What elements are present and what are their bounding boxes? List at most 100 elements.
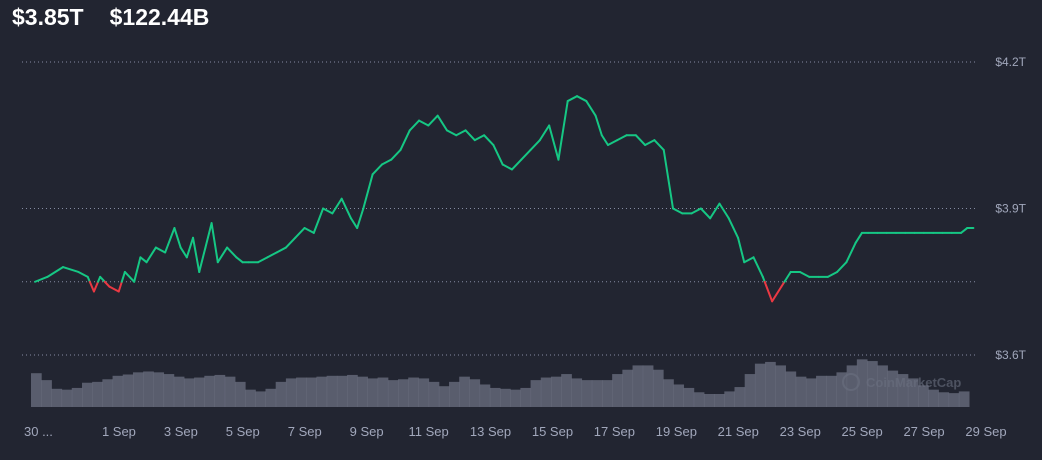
price-line-segment: [690, 207, 702, 215]
price-line-segment: [123, 270, 136, 283]
x-tick-label: 23 Sep: [780, 424, 821, 439]
volume-bar: [173, 376, 185, 407]
volume-bar: [489, 387, 501, 407]
volume-bar: [408, 377, 419, 407]
volume-bar: [387, 380, 399, 407]
price-line-segment: [960, 227, 969, 234]
volume-bar: [122, 374, 134, 407]
price-line-segment: [257, 256, 269, 264]
volume-layer: [31, 359, 970, 407]
volume-bar: [826, 375, 837, 407]
volume-bar: [51, 388, 63, 407]
price-line-segment: [198, 246, 207, 273]
volume-bar: [306, 377, 317, 407]
price-line-segment: [594, 114, 603, 137]
price-line-segment: [139, 256, 148, 264]
x-tick-label: 9 Sep: [350, 424, 384, 439]
price-line-segment: [492, 144, 504, 166]
volume-bar: [438, 386, 450, 407]
x-tick-label: 7 Sep: [288, 424, 322, 439]
x-tick-label: 5 Sep: [226, 424, 260, 439]
price-line-segment: [108, 285, 120, 293]
price-line-segment: [226, 246, 238, 259]
price-line-segment: [854, 231, 863, 244]
price-line-segment: [179, 246, 188, 259]
price-line-segment: [783, 270, 792, 283]
price-line-segment: [653, 139, 665, 151]
price-line-layer: [34, 95, 975, 303]
x-tick-label: 25 Sep: [842, 424, 883, 439]
price-line-segment: [117, 280, 123, 293]
x-tick-label: 15 Sep: [532, 424, 573, 439]
volume-bar: [61, 389, 73, 407]
price-line-segment: [737, 236, 746, 264]
x-tick-label: 1 Sep: [102, 424, 136, 439]
price-line-segment: [164, 227, 176, 254]
price-line-segment: [445, 129, 458, 137]
price-line-segment: [34, 275, 49, 283]
price-line-segment: [408, 119, 421, 132]
volume-bar: [510, 389, 521, 407]
volume-bar: [377, 377, 389, 407]
price-line-segment: [46, 266, 64, 278]
volume-bar: [693, 392, 705, 407]
volume-bar: [204, 375, 216, 407]
volume-bar: [285, 378, 297, 407]
x-tick-label: 27 Sep: [903, 424, 944, 439]
x-tick-label: 19 Sep: [656, 424, 697, 439]
volume-bar: [449, 381, 460, 407]
price-line-segment: [103, 280, 111, 288]
price-line-segment: [798, 270, 811, 278]
price-line-segment: [548, 124, 560, 161]
volume-bar: [418, 378, 430, 407]
volume-bar: [561, 374, 572, 407]
market-cap-chart[interactable]: $3.6T $3.9T $4.2T 30 ... 1 Sep 3 Sep 5 Sep 7 S…: [0, 0, 1042, 460]
price-line-segment: [390, 148, 402, 161]
volume-bar: [754, 363, 766, 407]
price-line-segment: [752, 256, 764, 278]
price-line-segment: [88, 280, 95, 293]
price-line-segment: [399, 129, 411, 151]
price-line-segment: [727, 217, 740, 239]
volume-bar: [948, 393, 960, 407]
price-line-segment: [557, 100, 569, 161]
price-line-segment: [185, 236, 195, 259]
volume-bar: [336, 375, 348, 407]
volume-bar: [316, 376, 328, 407]
volume-bar: [275, 381, 287, 407]
price-line-segment: [210, 222, 219, 264]
price-line-segment: [520, 148, 532, 161]
volume-bar: [958, 391, 970, 407]
y-tick-label: $3.9T: [995, 202, 1026, 216]
volume-bar: [71, 387, 83, 407]
volume-bar: [357, 376, 368, 407]
price-line-segment: [266, 251, 278, 259]
volume-bar: [112, 375, 124, 407]
watermark-text: CoinMarketCap: [866, 375, 961, 390]
volume-bar: [785, 371, 797, 407]
volume-bar: [795, 376, 807, 407]
price-line-segment: [672, 207, 684, 215]
volume-bar: [775, 365, 786, 407]
price-line-segment: [145, 246, 157, 264]
volume-bar: [163, 374, 175, 407]
price-line-segment: [192, 236, 201, 273]
x-tick-label: 3 Sep: [164, 424, 198, 439]
price-line-segment: [303, 227, 315, 234]
price-line-segment: [501, 163, 513, 171]
price-line-segment: [349, 217, 359, 230]
y-axis-ticks: $3.6T $3.9T $4.2T: [995, 55, 1026, 362]
price-line-segment: [371, 163, 383, 176]
volume-bar: [132, 372, 144, 407]
volume-bar: [520, 387, 532, 407]
volume-bar: [479, 384, 491, 407]
volume-bar: [673, 384, 685, 407]
volume-bar: [683, 387, 695, 407]
volume-bar: [245, 389, 256, 407]
volume-bar: [265, 388, 277, 407]
x-tick-label: 30 ...: [24, 424, 53, 439]
price-line-segment: [356, 207, 365, 230]
price-line-segment: [709, 202, 721, 220]
volume-bar: [234, 381, 246, 407]
price-line-segment: [235, 256, 244, 264]
